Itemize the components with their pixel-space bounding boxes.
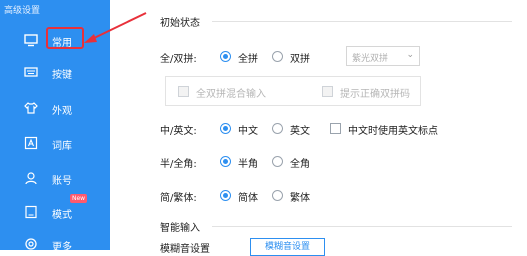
dictionary-icon [24,136,38,150]
sidebar-item-mode[interactable]: New 模式 [0,194,110,224]
option-traditional: 繁体 [290,193,310,204]
keyboard-icon [24,67,38,77]
monitor-icon [24,34,38,47]
section-heading-smart: 智能输入 [160,223,200,234]
radio-simplified[interactable] [220,190,231,201]
radio-full-pinyin[interactable] [220,51,231,62]
sidebar-item-label: 按键 [52,70,72,81]
sidebar-item-keys[interactable]: 按键 [0,60,110,84]
sidebar-item-label: 外观 [52,106,72,117]
sidebar-item-label: 账号 [52,176,72,187]
sidebar-item-label: 模式 [52,210,72,221]
fuzzy-label: 模糊音设置 [160,244,210,255]
gear-icon [25,238,37,250]
cn-en-label: 中/英文: [160,126,197,137]
checkbox-mixed-input[interactable] [178,86,189,97]
sidebar-item-appearance[interactable]: 外观 [0,96,110,120]
option-english-punct: 中文时使用英文标点 [348,126,438,137]
sidebar-item-account[interactable]: 账号 [0,166,110,190]
double-pinyin-scheme-select[interactable]: 紫光双拼 ⌄ [346,46,420,66]
sidebar-item-label: 词库 [52,141,72,152]
section-heading-initial: 初始状态 [160,18,200,29]
radio-half-width[interactable] [220,156,231,167]
divider [212,21,512,22]
simp-trad-label: 简/繁体: [160,193,197,204]
option-hint-code: 提示正确双拼码 [340,89,410,100]
option-chinese: 中文 [238,126,258,137]
divider [212,226,512,227]
option-full-width: 全角 [290,159,310,170]
sidebar-item-label: 更多 [52,242,72,253]
fuzzy-settings-button[interactable]: 模糊音设置 [250,238,325,256]
option-double-pinyin: 双拼 [290,54,310,65]
chevron-down-icon: ⌄ [406,50,414,60]
mode-icon [25,205,37,219]
sidebar-item-more[interactable]: 更多 [0,232,110,256]
pinyin-label: 全/双拼: [160,54,197,65]
double-pinyin-options-group: 全双拼混合输入 提示正确双拼码 [165,76,421,106]
option-full-pinyin: 全拼 [238,54,258,65]
radio-chinese[interactable] [220,123,231,134]
user-icon [25,172,37,185]
half-full-label: 半/全角: [160,159,197,170]
checkbox-hint-code[interactable] [322,86,333,97]
option-english: 英文 [290,126,310,137]
radio-double-pinyin[interactable] [272,51,283,62]
select-value: 紫光双拼 [352,54,389,64]
shirt-icon [24,102,38,114]
sidebar-item-label: 常用 [52,38,72,49]
radio-full-width[interactable] [272,156,283,167]
radio-english[interactable] [272,123,283,134]
new-badge: New [70,194,88,203]
window-title: 高级设置 [4,6,41,16]
checkbox-english-punct[interactable] [330,123,341,134]
sidebar-item-dictionary[interactable]: 词库 [0,131,110,155]
option-mixed-input: 全双拼混合输入 [196,89,266,100]
option-simplified: 简体 [238,193,258,204]
annotation-arrow [84,12,147,43]
radio-traditional[interactable] [272,190,283,201]
option-half-width: 半角 [238,159,258,170]
